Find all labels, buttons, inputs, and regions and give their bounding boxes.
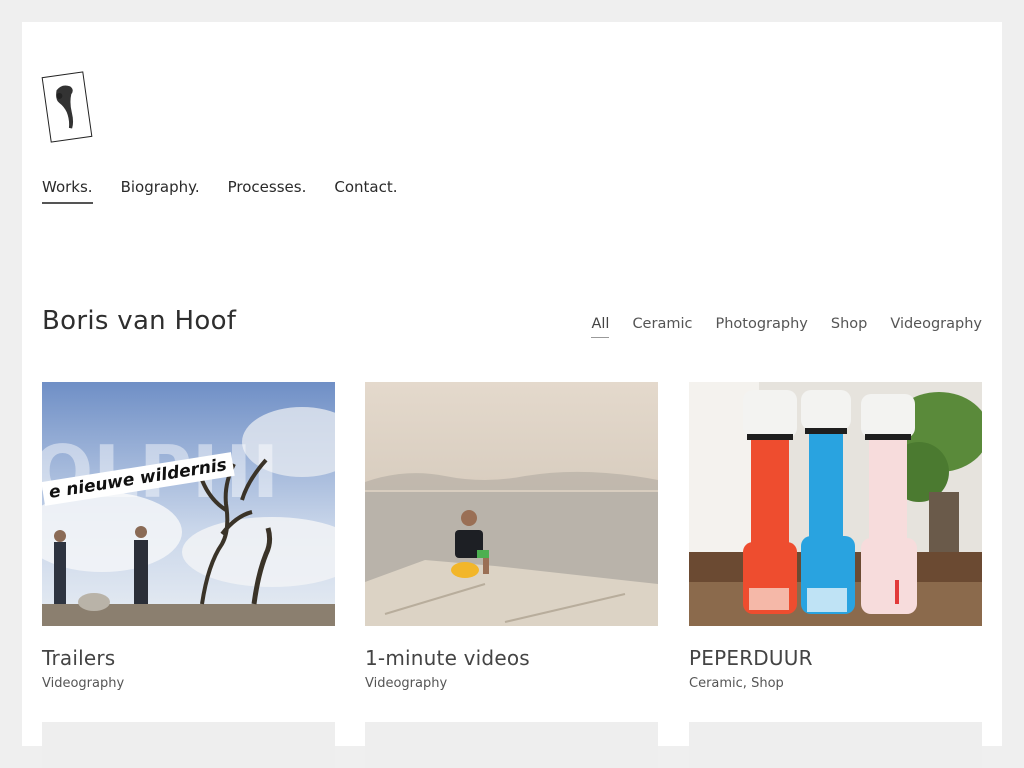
- work-categories: Videography: [42, 676, 125, 691]
- work-categories: Ceramic, Shop: [689, 676, 784, 691]
- work-title[interactable]: PEPERDUUR: [689, 646, 982, 670]
- nav-processes[interactable]: Processes.: [228, 178, 307, 204]
- nav-works[interactable]: Works.: [42, 178, 93, 204]
- work-title[interactable]: Trailers: [42, 646, 335, 670]
- site-logo[interactable]: [41, 71, 93, 143]
- filter-ceramic[interactable]: Ceramic: [632, 316, 692, 338]
- nav-contact[interactable]: Contact.: [334, 178, 397, 204]
- work-thumbnail[interactable]: [689, 382, 982, 626]
- nav-biography[interactable]: Biography.: [121, 178, 200, 204]
- filter-all[interactable]: All: [591, 316, 610, 338]
- category-filters: All Ceramic Photography Shop Videography: [591, 316, 982, 338]
- filter-shop[interactable]: Shop: [831, 316, 867, 338]
- work-thumbnail[interactable]: OLPHI e nieuwe wildernis: [42, 382, 335, 626]
- main-nav: Works. Biography. Processes. Contact.: [42, 178, 398, 204]
- work-card-placeholder[interactable]: [365, 722, 658, 768]
- filter-photography[interactable]: Photography: [715, 316, 807, 338]
- work-card-1-minute-videos[interactable]: 1-minute videos Videography: [365, 382, 658, 691]
- work-thumbnail[interactable]: [365, 382, 658, 626]
- work-card-peperduur[interactable]: PEPERDUUR Ceramic, Shop: [689, 382, 982, 691]
- filter-videography[interactable]: Videography: [890, 316, 982, 338]
- page-title: Boris van Hoof: [42, 306, 237, 336]
- work-categories: Videography: [365, 676, 448, 691]
- diver-figure-icon: [56, 85, 74, 129]
- work-card-placeholder[interactable]: [42, 722, 335, 768]
- work-title[interactable]: 1-minute videos: [365, 646, 658, 670]
- work-card-trailers[interactable]: OLPHI e nieuwe wildernis Trailers Videog…: [42, 382, 335, 691]
- work-card-placeholder[interactable]: [689, 722, 982, 768]
